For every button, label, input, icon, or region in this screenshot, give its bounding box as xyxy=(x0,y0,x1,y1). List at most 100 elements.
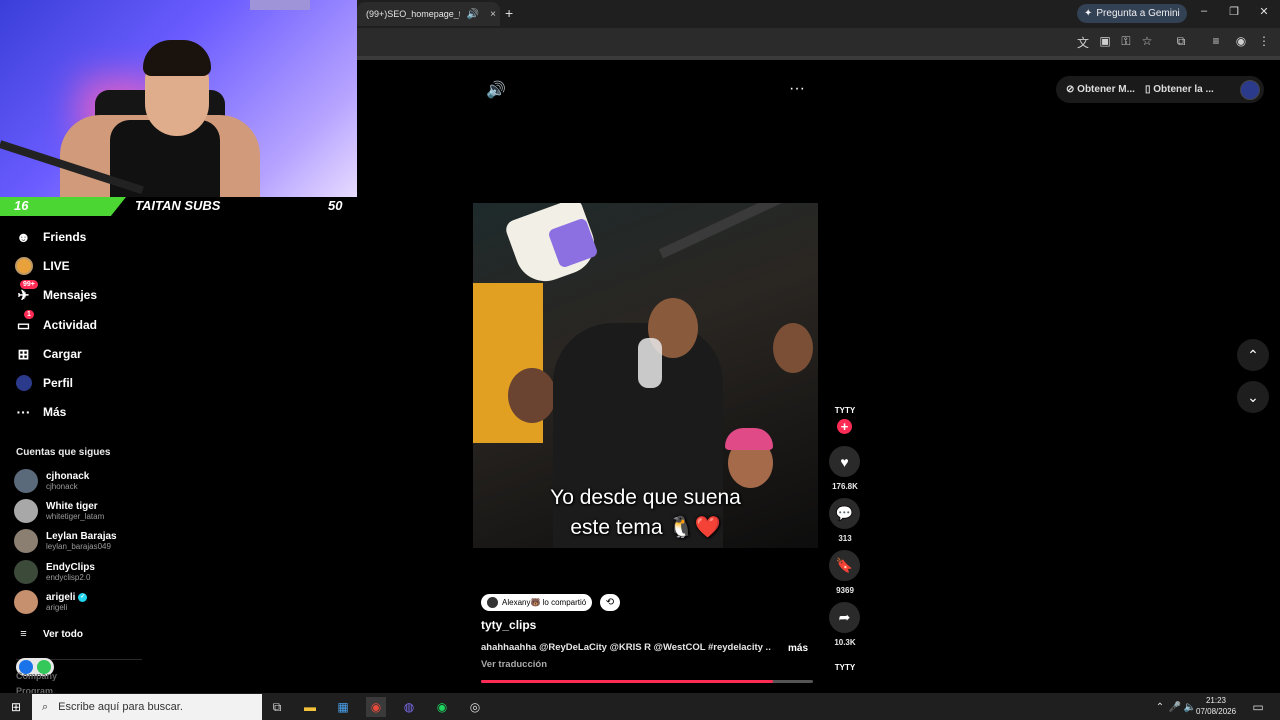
tab-title: (99+)SEO_homepage_title xyxy=(366,9,460,19)
speaker-icon[interactable]: 🔊 xyxy=(466,9,480,20)
profile-icon xyxy=(14,374,33,393)
share-button[interactable]: ➦ xyxy=(829,602,860,633)
sidebar-item-profile[interactable]: Perfil xyxy=(14,371,73,395)
webcam-person-hair xyxy=(143,40,211,76)
save-count: 9369 xyxy=(836,586,854,595)
caption-line: Yo desde que suena xyxy=(550,486,741,509)
webcam-shelf xyxy=(250,0,310,10)
video-progress[interactable] xyxy=(481,680,813,683)
user-avatar[interactable] xyxy=(1240,79,1260,100)
comment-button[interactable]: 💬 xyxy=(829,498,860,529)
more-icon: ··· xyxy=(16,404,31,420)
share-icon: ➦ xyxy=(838,609,851,625)
bookmark-icon: 🔖 xyxy=(835,557,854,573)
extension-item[interactable]: ⊘ Obtener M... xyxy=(1066,84,1135,95)
next-video-button[interactable]: ⌄ xyxy=(1237,381,1269,413)
clock-date: 07/08/2026 xyxy=(1196,707,1237,716)
sub-goal-bar: 16 TAITAN SUBS 50 xyxy=(0,197,357,216)
search-icon: ⌕ xyxy=(42,700,49,713)
comment-count: 313 xyxy=(838,534,852,543)
translate-link[interactable]: Ver traducción xyxy=(481,659,547,670)
video-progress-fill xyxy=(481,680,774,683)
volume-icon[interactable]: 🔊 xyxy=(486,80,506,100)
live-icon xyxy=(14,257,33,276)
following-account[interactable]: arigeli ✓ arigeli xyxy=(14,588,88,616)
minimize-button[interactable]: – xyxy=(1194,5,1214,17)
cast-icon[interactable]: ▣ xyxy=(1097,34,1113,48)
close-tab-button[interactable]: × xyxy=(486,9,500,20)
activity-badge: 1 xyxy=(24,309,34,319)
save-button[interactable]: 🔖 xyxy=(829,550,860,581)
following-account[interactable]: cjhonack cjhonack xyxy=(14,467,89,495)
creator-name[interactable]: TYTY xyxy=(829,406,861,415)
taskbar-clock[interactable]: 21:23 07/08/2026 xyxy=(1196,695,1236,717)
file-explorer-icon[interactable]: ▬ xyxy=(300,697,320,717)
sidebar-item-label: Perfil xyxy=(43,376,74,390)
creator-name[interactable]: TYTY xyxy=(829,663,861,672)
account-name: cjhonack xyxy=(46,471,90,482)
extension-pill[interactable]: ⊘ Obtener M... ▯ Obtener la ... xyxy=(1056,76,1264,103)
options-icon[interactable]: ··· xyxy=(789,80,805,98)
avatar xyxy=(14,560,38,584)
new-tab-button[interactable]: + xyxy=(505,5,513,21)
notification-icon[interactable]: ▭ xyxy=(1248,697,1268,717)
spotify-icon[interactable]: ◉ xyxy=(432,697,452,717)
follow-button[interactable]: + xyxy=(837,419,852,434)
like-button[interactable]: ♥ xyxy=(829,446,860,477)
playlist-icon[interactable]: ≡ xyxy=(1208,34,1224,48)
avatar xyxy=(487,597,498,608)
obs-icon[interactable]: ◎ xyxy=(465,697,485,717)
more-link[interactable]: más xyxy=(788,643,808,654)
shared-by-pill[interactable]: Alexany🐻 lo compartió xyxy=(481,594,593,611)
video-figure xyxy=(773,323,813,373)
store-icon[interactable]: ▦ xyxy=(333,697,353,717)
account-handle: whitetiger_latam xyxy=(46,512,105,521)
sub-goal-label: TAITAN SUBS xyxy=(135,198,221,213)
footer-company[interactable]: Company xyxy=(16,671,57,681)
sidebar-item-messages[interactable]: ✈ 99+ Mensajes xyxy=(14,279,97,307)
menu-icon[interactable]: ⋮ xyxy=(1256,34,1272,48)
sidebar-item-more[interactable]: ··· Más xyxy=(14,400,67,424)
close-window-button[interactable]: ✕ xyxy=(1254,5,1274,18)
video-author[interactable]: tyty_clips xyxy=(481,618,536,632)
restore-button[interactable]: ❐ xyxy=(1224,5,1244,18)
avatar xyxy=(14,499,38,523)
comment-icon: 💬 xyxy=(835,505,854,521)
chrome-icon[interactable]: ◉ xyxy=(366,697,386,717)
star-icon[interactable]: ☆ xyxy=(1139,34,1155,48)
activity-icon: ▭ 1 xyxy=(14,309,34,335)
sidebar-item-live[interactable]: LIVE xyxy=(14,254,70,278)
following-account[interactable]: EndyClips endyclisp2.0 xyxy=(14,558,95,586)
following-account[interactable]: White tiger whitetiger_latam xyxy=(14,497,104,525)
account-name: White tiger xyxy=(46,501,98,512)
account-name: arigeli xyxy=(46,592,76,603)
windows-start-icon[interactable]: ⊞ xyxy=(6,697,26,717)
previous-video-button[interactable]: ⌃ xyxy=(1237,339,1269,371)
sidebar-item-friends[interactable]: ☻ Friends xyxy=(14,225,86,249)
extension-item[interactable]: ▯ Obtener la ... xyxy=(1145,84,1214,95)
account-name: EndyClips xyxy=(46,562,95,573)
account-icon[interactable]: ◉ xyxy=(1233,34,1249,48)
browser-tab[interactable]: (99+)SEO_homepage_title 🔊 × xyxy=(357,2,500,26)
following-account[interactable]: Leylan Barajas leylan_barajas049 xyxy=(14,527,117,555)
sidebar-item-upload[interactable]: ⊞ Cargar xyxy=(14,342,82,366)
extensions-icon[interactable]: ⧉ xyxy=(1173,34,1189,49)
caption-line: este tema 🐧❤️ xyxy=(570,516,721,539)
avatar xyxy=(14,529,38,553)
task-view-icon[interactable]: ⧉ xyxy=(267,697,287,717)
upload-icon: ⊞ xyxy=(17,345,30,362)
account-handle: cjhonack xyxy=(46,482,78,491)
key-icon[interactable]: ⚿ xyxy=(1118,34,1134,49)
see-all-link[interactable]: ≡ Ver todo xyxy=(14,622,83,646)
sidebar-item-activity[interactable]: ▭ 1 Actividad xyxy=(14,309,97,337)
share-count: 10.3K xyxy=(834,638,856,647)
taskbar-search[interactable]: ⌕ Escribe aquí para buscar. xyxy=(32,694,262,720)
gemini-label: Pregunta a Gemini xyxy=(1096,8,1180,19)
gemini-button[interactable]: ✦ Pregunta a Gemini xyxy=(1077,4,1187,23)
repost-icon[interactable]: ⟲ xyxy=(600,594,620,611)
sidebar-item-label: LIVE xyxy=(43,259,70,273)
video-branch xyxy=(658,203,818,259)
translate-icon[interactable]: 文 xyxy=(1075,34,1091,51)
sidebar-item-label: Cargar xyxy=(43,347,82,361)
app-icon[interactable]: ◍ xyxy=(399,697,419,717)
